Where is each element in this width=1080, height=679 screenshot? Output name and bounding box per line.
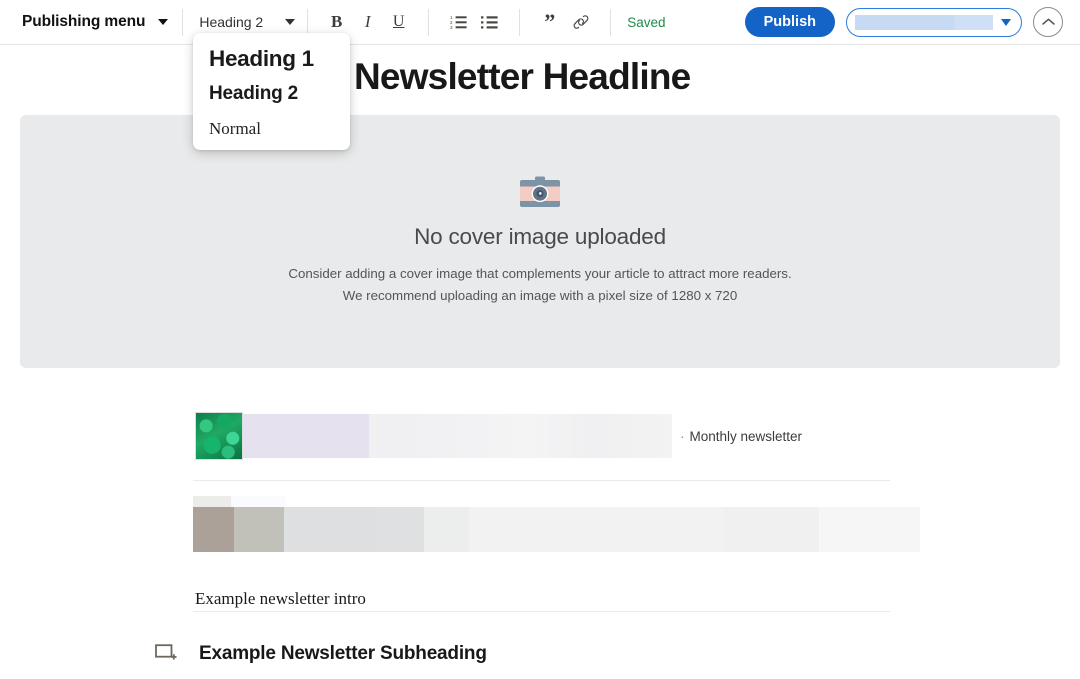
block-divider bbox=[193, 611, 890, 612]
publishing-menu-label: Publishing menu bbox=[22, 13, 146, 30]
editor-toolbar: Publishing menu Heading 2 B I U 1 2 3 ” … bbox=[0, 0, 1080, 45]
underline-button[interactable]: U bbox=[384, 8, 413, 37]
ordered-list-button[interactable]: 1 2 3 bbox=[444, 8, 473, 37]
chevron-down-icon bbox=[1001, 18, 1011, 26]
underline-icon: U bbox=[392, 13, 405, 30]
audience-select[interactable] bbox=[846, 7, 1022, 37]
cover-image-dropzone[interactable]: No cover image uploaded Consider adding … bbox=[20, 115, 1060, 368]
link-icon bbox=[573, 15, 589, 29]
chevron-down-icon bbox=[158, 19, 169, 25]
heading-block-text[interactable]: Example Newsletter Subheading bbox=[199, 643, 487, 665]
style-menu-item-heading-2[interactable]: Heading 2 bbox=[193, 76, 350, 112]
cover-placeholder-line-1: Consider adding a cover image that compl… bbox=[288, 266, 792, 282]
italic-icon: I bbox=[364, 12, 371, 31]
save-status: Saved bbox=[627, 14, 666, 30]
style-menu-item-label: Heading 2 bbox=[209, 83, 298, 104]
style-menu-item-label: Normal bbox=[209, 119, 261, 138]
style-menu-item-label: Heading 1 bbox=[209, 46, 314, 71]
toolbar-divider bbox=[182, 8, 184, 36]
camera-icon bbox=[520, 176, 560, 208]
publish-button[interactable]: Publish bbox=[744, 7, 835, 37]
placeholder-block-gray bbox=[369, 414, 672, 458]
placeholder-segment bbox=[819, 507, 920, 552]
toolbar-divider bbox=[307, 8, 309, 36]
document-canvas: Newsletter Headline No cover image uploa… bbox=[0, 45, 1080, 679]
placeholder-segment bbox=[424, 507, 469, 552]
style-menu-item-normal[interactable]: Normal bbox=[193, 112, 350, 146]
ordered-list-icon: 1 2 3 bbox=[450, 15, 467, 30]
bullet-list-button[interactable] bbox=[475, 8, 504, 37]
toolbar-divider bbox=[428, 8, 430, 36]
caption-bullet: · bbox=[680, 428, 685, 444]
block-divider bbox=[193, 480, 890, 481]
publishing-menu-button[interactable]: Publishing menu bbox=[22, 13, 169, 31]
chevron-up-icon bbox=[1041, 18, 1055, 25]
placeholder-row-top bbox=[193, 496, 920, 507]
placeholder-segment bbox=[193, 496, 231, 507]
placeholder-segment bbox=[469, 507, 724, 552]
content-block-image-row[interactable]: · Monthly newsletter bbox=[195, 412, 802, 460]
placeholder-block-purple bbox=[243, 414, 369, 458]
svg-text:3: 3 bbox=[450, 25, 453, 30]
style-menu-item-heading-1[interactable]: Heading 1 bbox=[193, 42, 350, 76]
placeholder-segment bbox=[231, 496, 286, 507]
italic-button[interactable]: I bbox=[353, 8, 382, 37]
green-leaves-photo-thumbnail[interactable] bbox=[195, 412, 243, 460]
insert-group: ” bbox=[534, 8, 596, 37]
cover-placeholder-title: No cover image uploaded bbox=[414, 224, 666, 250]
cover-placeholder-subtitle: Consider adding a cover image that compl… bbox=[288, 263, 791, 306]
blockquote-button[interactable]: ” bbox=[535, 8, 564, 37]
add-block-icon[interactable] bbox=[155, 644, 177, 664]
toolbar-divider bbox=[610, 8, 612, 36]
text-style-select[interactable]: Heading 2 bbox=[197, 14, 296, 30]
paragraph-block[interactable]: Example newsletter intro bbox=[195, 589, 366, 609]
heading-block-row: Example Newsletter Subheading bbox=[155, 643, 487, 665]
cover-placeholder-line-2: We recommend uploading an image with a p… bbox=[342, 288, 738, 303]
chevron-down-icon bbox=[285, 19, 296, 25]
placeholder-row-main bbox=[193, 507, 920, 552]
placeholder-segment bbox=[234, 507, 284, 552]
placeholder-segment bbox=[193, 507, 234, 552]
list-format-group: 1 2 3 bbox=[443, 8, 505, 37]
text-style-dropdown-menu: Heading 1 Heading 2 Normal bbox=[193, 33, 350, 150]
toolbar-divider bbox=[519, 8, 521, 36]
text-style-select-value: Heading 2 bbox=[199, 14, 264, 30]
caption-text: Monthly newsletter bbox=[689, 428, 803, 444]
content-block-placeholder-row[interactable] bbox=[193, 496, 920, 552]
content-block-caption: · Monthly newsletter bbox=[680, 429, 802, 444]
quote-icon: ” bbox=[544, 8, 556, 34]
toolbar-right-group: Publish bbox=[744, 7, 1063, 37]
bullet-list-icon bbox=[481, 15, 498, 28]
placeholder-segment bbox=[284, 507, 377, 552]
link-button[interactable] bbox=[566, 8, 595, 37]
collapse-toolbar-button[interactable] bbox=[1033, 7, 1063, 37]
bold-icon: B bbox=[331, 12, 343, 31]
placeholder-segment bbox=[724, 507, 819, 552]
headline-input[interactable]: Newsletter Headline bbox=[354, 56, 691, 98]
audience-select-placeholder-bar bbox=[855, 14, 993, 30]
placeholder-segment bbox=[377, 507, 424, 552]
